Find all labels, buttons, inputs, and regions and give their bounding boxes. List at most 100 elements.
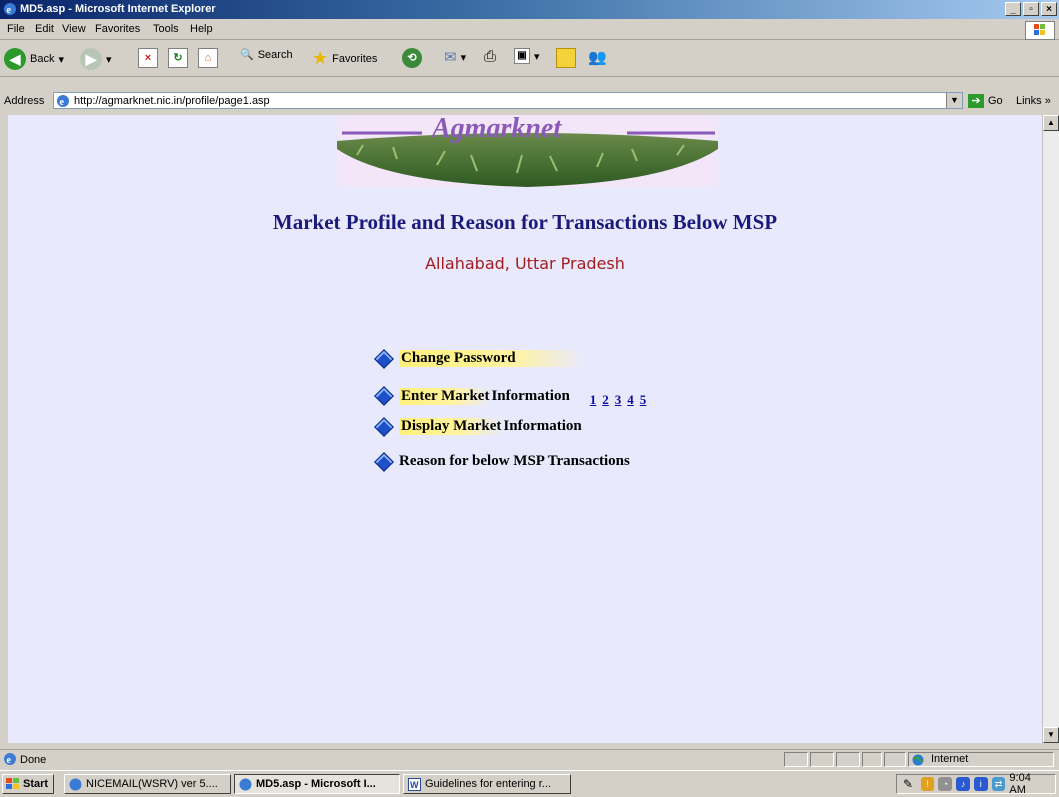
vertical-scrollbar[interactable]: ▲ ▼ xyxy=(1042,115,1059,743)
maximize-button[interactable]: ▫ xyxy=(1023,2,1039,16)
reason-below-msp-link[interactable]: Reason for below MSP Transactions xyxy=(373,451,630,472)
folder-icon xyxy=(556,48,576,68)
edit-button[interactable]: ▣ ▾ xyxy=(514,48,540,64)
standard-toolbar: ◀ Back ▾ ▶ ▾ × ↻ ⌂ 🔍 Search ★ Favorites … xyxy=(0,40,1059,77)
mail-button[interactable]: ✉ ▾ xyxy=(444,48,466,66)
status-panel xyxy=(784,752,808,767)
favorites-label: Favorites xyxy=(332,52,378,65)
info-icon[interactable]: i xyxy=(973,777,988,791)
status-panel xyxy=(810,752,834,767)
status-panel xyxy=(884,752,906,767)
status-panel xyxy=(836,752,860,767)
reason-below-msp-label: Reason for below MSP Transactions xyxy=(399,453,630,469)
forward-button[interactable]: ▶ ▾ xyxy=(80,48,112,70)
menu-tools[interactable]: Tools xyxy=(153,23,179,35)
task-nicemail[interactable]: NICEMAIL(WSRV) ver 5.... xyxy=(64,774,231,794)
scroll-down-button[interactable]: ▼ xyxy=(1043,727,1059,743)
address-url: http://agmarknet.nic.in/profile/page1.as… xyxy=(74,95,270,107)
security-zone: Internet xyxy=(908,752,1054,767)
minimize-button[interactable]: _ xyxy=(1005,2,1021,16)
logo-text: Agmarknet xyxy=(432,115,562,144)
task-md5-asp[interactable]: MD5.asp - Microsoft I... xyxy=(234,774,400,794)
address-input[interactable]: e http://agmarknet.nic.in/profile/page1.… xyxy=(53,92,963,109)
change-password-label: Change Password xyxy=(399,350,586,367)
forward-arrow-icon: ▶ xyxy=(80,48,102,70)
close-button[interactable]: × xyxy=(1041,2,1057,16)
window-title: MD5.asp - Microsoft Internet Explorer xyxy=(20,3,216,15)
change-password-link[interactable]: Change Password xyxy=(373,348,586,369)
history-button[interactable]: ⟲ xyxy=(402,48,422,68)
display-market-label: Display Market xyxy=(399,418,504,435)
task-guidelines[interactable]: W Guidelines for entering r... xyxy=(403,774,571,794)
page-icon: e xyxy=(56,94,70,111)
diamond-bullet-icon xyxy=(374,386,394,406)
svg-text:e: e xyxy=(7,755,12,766)
status-bar: e Done Internet xyxy=(0,749,1059,770)
ie-icon xyxy=(69,778,82,790)
discuss-button[interactable] xyxy=(556,48,576,68)
chevron-down-icon: ▾ xyxy=(534,50,540,63)
messenger-icon: 👥 xyxy=(588,49,607,66)
home-icon: ⌂ xyxy=(198,48,218,68)
page-title: Market Profile and Reason for Transactio… xyxy=(272,210,778,234)
links-label: Links xyxy=(1016,95,1042,107)
print-button[interactable]: ⎙ xyxy=(484,48,496,65)
window-title-bar[interactable]: e MD5.asp - Microsoft Internet Explorer … xyxy=(0,0,1059,19)
page-link-2[interactable]: 2 xyxy=(602,392,609,408)
page-link-5[interactable]: 5 xyxy=(640,392,647,408)
start-button[interactable]: Start xyxy=(2,774,55,794)
print-icon: ⎙ xyxy=(484,48,497,65)
links-button[interactable]: Links » xyxy=(1016,95,1051,107)
svg-text:W: W xyxy=(410,780,419,790)
page-link-4[interactable]: 4 xyxy=(627,392,634,408)
favorites-button[interactable]: ★ Favorites xyxy=(312,48,377,69)
chevron-down-icon: ▾ xyxy=(106,53,112,66)
task-label: MD5.asp - Microsoft I... xyxy=(256,778,376,790)
sound-icon[interactable]: ♪ xyxy=(956,777,970,791)
page-link-3[interactable]: 3 xyxy=(615,392,622,408)
chevron-down-icon: ▾ xyxy=(58,53,64,66)
stop-button[interactable]: × xyxy=(138,48,158,68)
svg-text:e: e xyxy=(60,97,65,108)
address-bar: Address e http://agmarknet.nic.in/profil… xyxy=(0,91,1059,111)
clock: 9:04 AM xyxy=(1009,772,1031,796)
information-label: Information xyxy=(491,387,570,404)
page-link-1[interactable]: 1 xyxy=(590,392,597,408)
diamond-bullet-icon xyxy=(374,416,394,437)
windows-flag-icon xyxy=(1025,21,1055,40)
display-market-information-link[interactable]: Display Market Information xyxy=(373,416,582,437)
connection-icon[interactable]: ⇄ xyxy=(991,777,1006,791)
ie-logo-icon: e xyxy=(3,2,17,19)
menu-favorites[interactable]: Favorites xyxy=(95,23,140,35)
diamond-bullet-icon xyxy=(374,451,394,472)
edit-icon: ▣ xyxy=(514,48,530,64)
shield-icon[interactable]: ! xyxy=(920,777,935,791)
home-button[interactable]: ⌂ xyxy=(198,48,218,68)
menu-edit[interactable]: Edit xyxy=(35,23,54,35)
back-arrow-icon: ◀ xyxy=(4,48,26,70)
page-done-icon: e xyxy=(3,752,17,769)
word-document-icon: W xyxy=(408,777,421,791)
windows-logo-icon xyxy=(6,778,19,789)
scroll-up-button[interactable]: ▲ xyxy=(1043,115,1059,131)
status-text: Done xyxy=(20,754,47,766)
status-panel xyxy=(862,752,882,767)
task-label: NICEMAIL(WSRV) ver 5.... xyxy=(86,778,218,790)
search-label: Search xyxy=(257,48,293,61)
go-arrow-icon: ➔ xyxy=(968,94,984,108)
start-label: Start xyxy=(23,778,49,790)
enter-market-information-link[interactable]: Enter Market Information 1 2 3 4 5 xyxy=(373,384,646,408)
tray-app-icon[interactable]: ◔ xyxy=(938,777,953,791)
messenger-button[interactable]: 👥 xyxy=(588,48,607,66)
search-button[interactable]: 🔍 Search xyxy=(240,48,293,62)
go-button[interactable]: ➔ Go xyxy=(968,94,1003,108)
address-dropdown-button[interactable]: ▼ xyxy=(946,93,962,108)
menu-help[interactable]: Help xyxy=(190,23,213,35)
menu-file[interactable]: File xyxy=(7,23,25,35)
refresh-button[interactable]: ↻ xyxy=(168,48,188,68)
location-subtitle: Allahabad, Uttar Pradesh xyxy=(425,254,625,273)
network-icon[interactable]: ✎ xyxy=(903,777,917,791)
back-button[interactable]: ◀ Back ▾ xyxy=(4,48,64,70)
search-icon: 🔍 xyxy=(240,49,254,61)
menu-view[interactable]: View xyxy=(62,23,86,35)
